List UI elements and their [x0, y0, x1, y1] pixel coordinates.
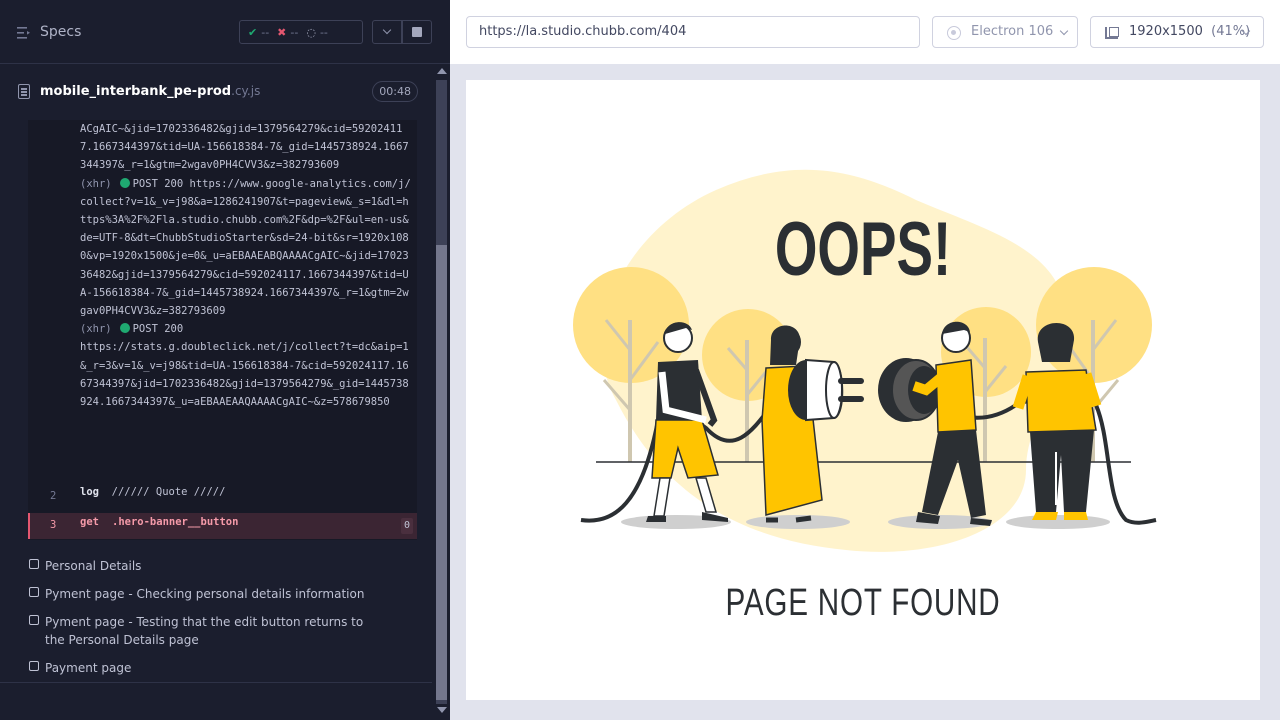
test-title: Personal Details [45, 559, 142, 573]
x-icon: ✖ [277, 25, 287, 39]
passed-stat: ✔ -- [248, 26, 269, 39]
browser-label: Electron 106 [971, 24, 1054, 39]
spec-name-text: mobile_interbank_pe-prod [40, 84, 232, 99]
status-dot-icon [119, 323, 130, 334]
viewport-icon [1105, 27, 1119, 39]
viewport-size: 1920x1500 [1129, 24, 1203, 39]
command-name: log [80, 486, 99, 498]
divider [0, 682, 433, 683]
command-name: get [80, 516, 99, 528]
expand-dropdown-button[interactable] [372, 20, 402, 44]
row-number: 3 [50, 519, 57, 531]
test-stats: ✔ -- ✖ -- ◌ -- [239, 20, 363, 44]
failed-stat: ✖ -- [277, 26, 298, 39]
reporter-panel: Specs ✔ -- ✖ -- ◌ -- mobile_interbank_pe-pr… [0, 0, 450, 720]
viewport-selector[interactable]: 1920x1500 (41%) [1090, 16, 1264, 48]
pending-icon: ◌ [306, 25, 316, 39]
test-status-icon [29, 615, 39, 625]
browser-selector[interactable]: Electron 106 [932, 16, 1078, 48]
viewport-label: 1920x1500 (41%) [1129, 24, 1250, 39]
spec-ext: .cy.js [231, 84, 261, 98]
chevron-down-icon [382, 25, 392, 35]
log-command-row[interactable]: log ////// Quote ///// [80, 486, 225, 498]
command-log[interactable]: ACgAIC~&jid=1702336482&gjid=1379564279&c… [28, 120, 417, 540]
error-heading: OOPS! [774, 207, 952, 292]
stop-button[interactable] [402, 20, 432, 44]
passed-count: -- [261, 25, 270, 39]
error-message: PAGE NOT FOUND [725, 582, 1001, 624]
command-message: ////// Quote ///// [111, 486, 226, 498]
cable [1094, 404, 1157, 525]
element-count-badge: 0 [400, 518, 413, 534]
xhr-url[interactable]: https://www.google-analytics.com/j/colle… [80, 178, 411, 317]
failed-count: -- [290, 25, 299, 39]
pending-stat: ◌ -- [306, 26, 328, 39]
url-bar[interactable]: https://la.studio.chubb.com/404 [466, 16, 920, 48]
stop-icon [412, 27, 422, 37]
check-icon: ✔ [248, 25, 258, 39]
browser-toolbar: https://la.studio.chubb.com/404 Electron… [450, 0, 1280, 64]
test-status-icon [29, 587, 39, 597]
spec-header: mobile_interbank_pe-prod.cy.js 00:48 [16, 78, 418, 108]
row-number: 2 [50, 490, 57, 502]
xhr-method: POST 200 [132, 177, 184, 190]
log-line: ACgAIC~&jid=1702336482&gjid=1379564279&c… [80, 123, 409, 172]
scrollbar-thumb[interactable] [436, 245, 447, 700]
spec-duration: 00:48 [372, 81, 418, 102]
xhr-url[interactable]: https://stats.g.doubleclick.net/j/collec… [80, 341, 409, 408]
file-icon [18, 84, 30, 99]
status-dot-icon [119, 177, 130, 188]
command-selector: .hero-banner__button [112, 516, 239, 528]
specs-list-icon[interactable] [17, 27, 31, 39]
test-title: Pyment page - Testing that the edit butt… [45, 615, 364, 647]
electron-icon [947, 26, 961, 40]
specs-title[interactable]: Specs [40, 24, 81, 40]
test-title: Pyment page - Checking personal details … [45, 587, 365, 601]
xhr-prefix: (xhr) [80, 177, 112, 190]
reporter-header: Specs ✔ -- ✖ -- ◌ -- [0, 0, 450, 64]
aut-panel: https://la.studio.chubb.com/404 Electron… [450, 0, 1280, 720]
scroll-down-icon[interactable] [437, 707, 447, 713]
failed-command-row[interactable]: 3 get .hero-banner__button 0 [28, 513, 417, 539]
log-text: ACgAIC~&jid=1702336482&gjid=1379564279&c… [80, 120, 415, 411]
chevron-down-icon [1059, 26, 1069, 36]
test-title: Payment page [45, 661, 132, 675]
spec-filename[interactable]: mobile_interbank_pe-prod.cy.js [40, 84, 260, 99]
xhr-prefix: (xhr) [80, 323, 112, 336]
scroll-up-icon[interactable] [437, 68, 447, 74]
pending-count: -- [319, 25, 328, 39]
xhr-method: POST 200 [132, 323, 184, 336]
test-status-icon [29, 661, 39, 671]
app-under-test-frame: OOPS! PAGE NOT FOUND [466, 80, 1260, 700]
shadow [1006, 515, 1110, 529]
test-status-icon [29, 559, 39, 569]
